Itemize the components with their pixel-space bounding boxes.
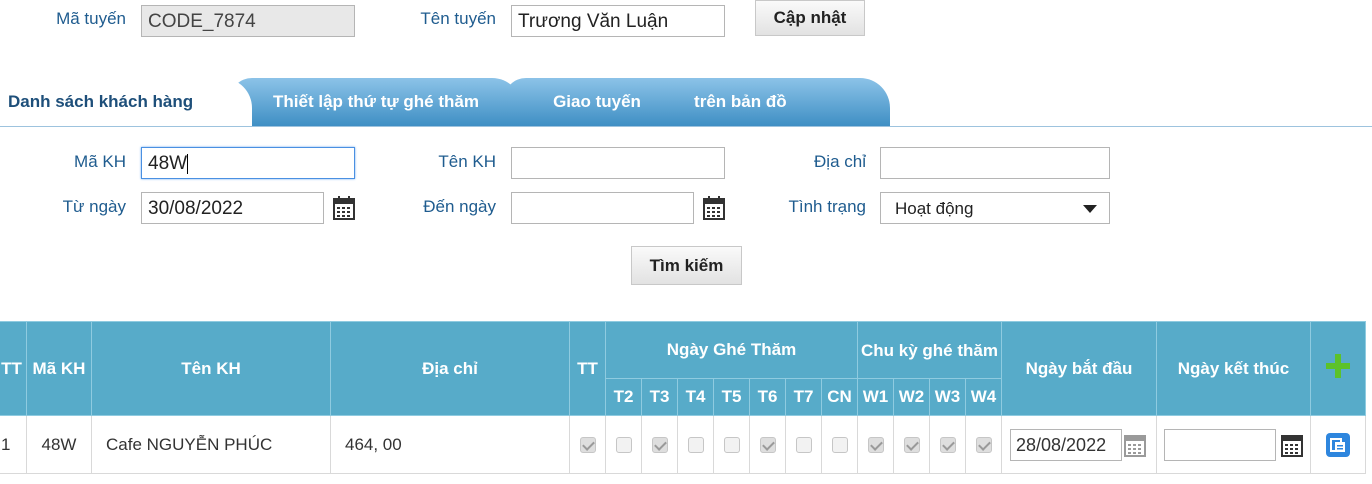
row-week-cell — [929, 415, 966, 474]
row-day-cell — [641, 415, 678, 474]
col-header-tt2: TT — [569, 321, 606, 416]
tab-visit-order[interactable]: Thiết lập thứ tự ghé thăm — [230, 78, 522, 126]
day-header-t3: T3 — [641, 378, 678, 416]
row-week-cell — [893, 415, 930, 474]
row-code: 48W — [26, 415, 92, 474]
day-checkbox-t4[interactable] — [687, 437, 704, 454]
tab-route-assign[interactable]: Giao tuyến — [504, 78, 690, 126]
week-header-w3: W3 — [929, 378, 966, 416]
row-action-cell — [1310, 415, 1366, 474]
tab-divider — [0, 126, 1372, 127]
week-checkbox-w2[interactable] — [903, 437, 920, 454]
address-label: Địa chỉ — [814, 152, 866, 171]
chevron-down-icon — [1083, 205, 1097, 213]
day-header-t7: T7 — [785, 378, 822, 416]
update-button[interactable]: Cập nhật — [755, 0, 865, 36]
customer-table: TT Mã KH Tên KH Địa chỉ TT Ngày Ghé Thăm… — [0, 321, 1366, 474]
week-checkbox-w1[interactable] — [867, 437, 884, 454]
customer-name-label: Tên KH — [438, 152, 496, 171]
col-header-start-date: Ngày bắt đầu — [1001, 321, 1157, 416]
start-date-input[interactable]: 28/08/2022 — [1010, 428, 1122, 461]
day-checkbox-t3[interactable] — [651, 437, 668, 454]
customer-code-input[interactable]: 48W — [141, 147, 355, 179]
day-header-cn: CN — [821, 378, 858, 416]
status-label: Tình trạng — [788, 197, 867, 216]
day-checkbox-t2[interactable] — [615, 437, 632, 454]
to-date-input[interactable] — [511, 192, 694, 224]
col-header-cycle: Chu kỳ ghé thăm — [857, 321, 1002, 379]
search-button[interactable]: Tìm kiếm — [631, 246, 742, 285]
customer-code-label: Mã KH — [74, 152, 126, 171]
day-checkbox-t6[interactable] — [759, 437, 776, 454]
row-tt-cell — [569, 415, 606, 474]
end-date-calendar-icon[interactable] — [1280, 433, 1303, 457]
tab-visit-order-label: Thiết lập thứ tự ghé thăm — [273, 92, 479, 111]
route-name-label: Tên tuyến — [420, 9, 496, 28]
to-date-label: Đến ngày — [423, 197, 496, 216]
col-header-tt: TT — [0, 321, 27, 416]
row-start-cell: 28/08/2022 — [1001, 415, 1157, 474]
row-day-cell — [713, 415, 750, 474]
row-tt: 1 — [0, 415, 27, 474]
customer-code-value: 48W — [148, 153, 188, 174]
day-checkbox-t5[interactable] — [723, 437, 740, 454]
day-header-t4: T4 — [677, 378, 714, 416]
day-header-t6: T6 — [749, 378, 786, 416]
row-end-cell — [1156, 415, 1311, 474]
week-header-w4: W4 — [965, 378, 1002, 416]
row-day-cell — [605, 415, 642, 474]
row-week-cell — [965, 415, 1002, 474]
week-header-w2: W2 — [893, 378, 930, 416]
start-date-calendar-icon[interactable] — [1123, 433, 1146, 457]
table-row: 1 48W Cafe NGUYỄN PHÚC 464, 00 28/08/202… — [0, 415, 1366, 474]
copy-icon[interactable] — [1326, 432, 1350, 457]
end-date-input[interactable] — [1164, 428, 1276, 461]
col-header-end-date: Ngày kết thúc — [1156, 321, 1311, 416]
tab-route-assign-label: Giao tuyến — [553, 92, 641, 111]
col-header-address: Địa chỉ — [330, 321, 570, 416]
route-code-label: Mã tuyến — [56, 9, 126, 28]
text-cursor — [187, 153, 189, 174]
row-day-cell — [785, 415, 822, 474]
row-week-cell — [857, 415, 894, 474]
row-day-cell — [821, 415, 858, 474]
week-checkbox-w3[interactable] — [939, 437, 956, 454]
week-header-w1: W1 — [857, 378, 894, 416]
route-code-field: CODE_7874 — [141, 5, 355, 37]
row-day-cell — [677, 415, 714, 474]
day-checkbox-cn[interactable] — [831, 437, 848, 454]
from-date-label: Từ ngày — [62, 197, 126, 216]
customer-name-input[interactable] — [511, 147, 725, 179]
col-header-code: Mã KH — [26, 321, 92, 416]
row-tt-checkbox[interactable] — [579, 437, 596, 454]
from-date-input[interactable]: 30/08/2022 — [141, 192, 324, 224]
tab-customer-list[interactable]: Danh sách khách hàng — [0, 78, 252, 126]
day-header-t2: T2 — [605, 378, 642, 416]
day-header-t5: T5 — [713, 378, 750, 416]
tab-customer-list-label: Danh sách khách hàng — [8, 92, 194, 111]
day-checkbox-t7[interactable] — [795, 437, 812, 454]
status-select-value: Hoạt động — [895, 199, 974, 218]
from-date-calendar-icon[interactable] — [333, 196, 355, 220]
add-row-cell — [1310, 321, 1366, 416]
row-name: Cafe NGUYỄN PHÚC — [91, 415, 331, 474]
row-day-cell — [749, 415, 786, 474]
col-header-visit-days: Ngày Ghé Thăm — [605, 321, 858, 379]
col-header-name: Tên KH — [91, 321, 331, 416]
route-name-field[interactable]: Trương Văn Luận — [511, 5, 725, 37]
to-date-calendar-icon[interactable] — [703, 196, 725, 220]
add-icon[interactable] — [1325, 353, 1351, 379]
status-select[interactable]: Hoạt động — [880, 192, 1110, 224]
row-address: 464, 00 — [330, 415, 570, 474]
week-checkbox-w4[interactable] — [975, 437, 992, 454]
address-input[interactable] — [880, 147, 1110, 179]
